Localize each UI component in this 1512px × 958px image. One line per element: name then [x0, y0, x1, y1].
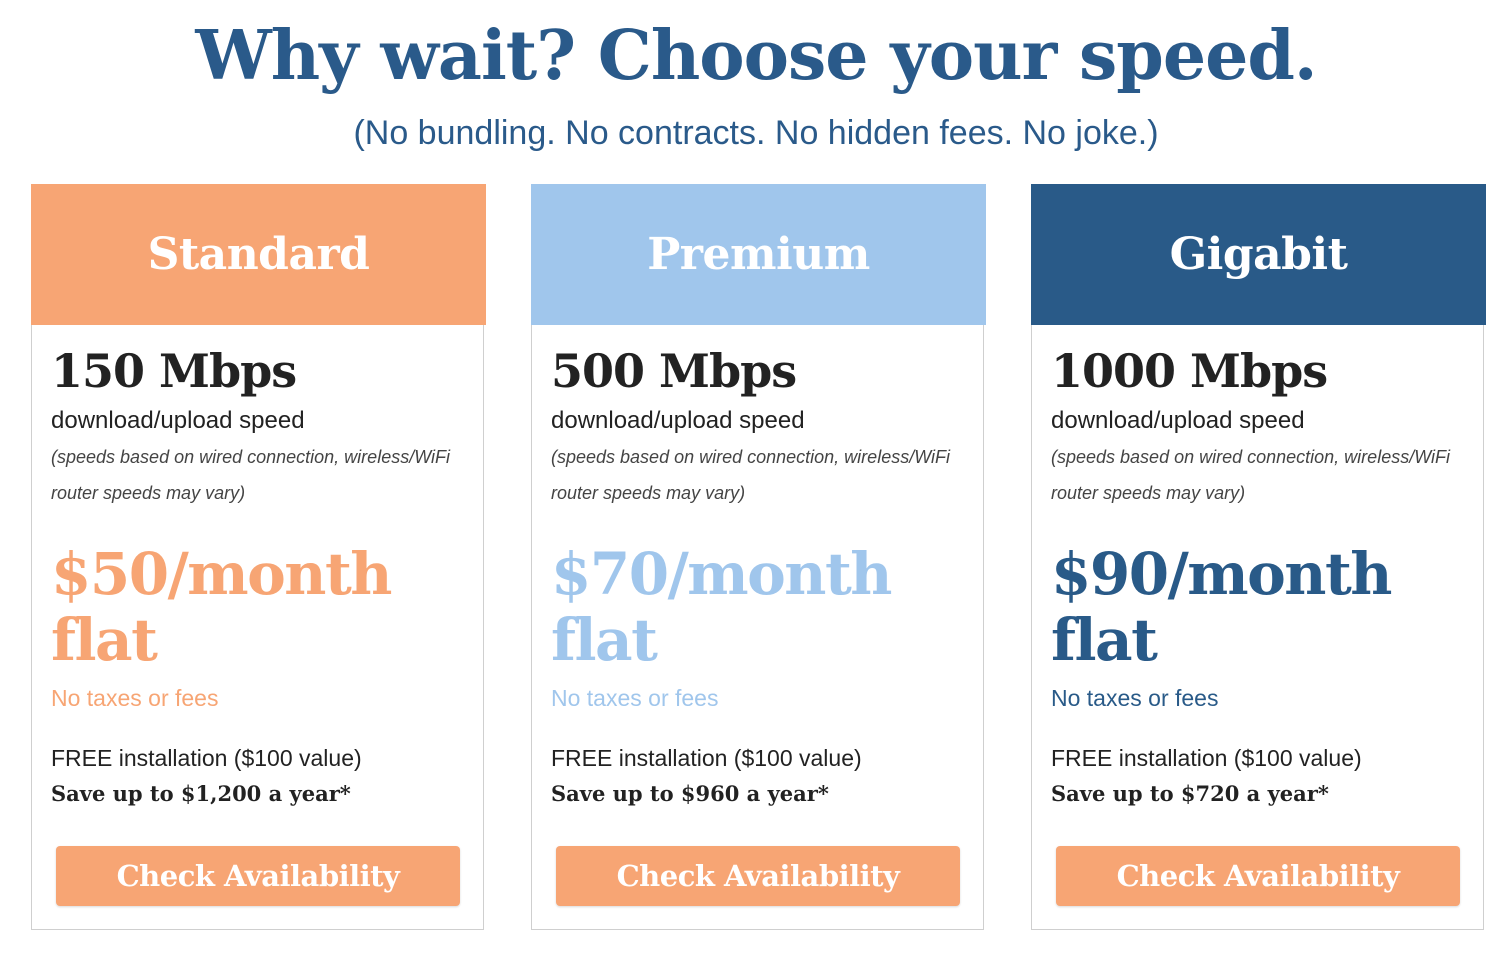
plan-details: 500 Mbps download/upload speed (speeds b…: [551, 325, 971, 809]
plan-speed: 500 Mbps: [551, 344, 797, 398]
plan-fees-note: No taxes or fees: [51, 685, 219, 711]
check-availability-button-standard[interactable]: Check Availability: [56, 846, 460, 906]
plan-header-gigabit: Gigabit: [1031, 184, 1486, 325]
plan-price: $50/month flat: [51, 540, 392, 674]
plan-fees-note: No taxes or fees: [551, 685, 719, 711]
plan-header-premium: Premium: [531, 184, 986, 325]
plan-savings: Save up to $720 a year*: [1051, 781, 1329, 806]
plan-speed-description: download/upload speed: [551, 407, 805, 434]
plan-savings: Save up to $1,200 a year*: [51, 781, 351, 806]
plan-name: Gigabit: [1169, 229, 1348, 280]
page-title: Why wait? Choose your speed.: [195, 16, 1317, 96]
plan-installation: FREE installation ($100 value): [1051, 745, 1362, 771]
plan-installation: FREE installation ($100 value): [551, 745, 862, 771]
pricing-cards: Standard 150 Mbps download/upload speed …: [31, 184, 1487, 932]
plan-speed-note: (speeds based on wired connection, wirel…: [551, 447, 951, 503]
plan-savings: Save up to $960 a year*: [551, 781, 829, 806]
plan-details: 150 Mbps download/upload speed (speeds b…: [51, 325, 471, 809]
plan-installation: FREE installation ($100 value): [51, 745, 362, 771]
plan-price: $70/month flat: [551, 540, 892, 674]
plan-fees-note: No taxes or fees: [1051, 685, 1219, 711]
plan-speed: 1000 Mbps: [1051, 344, 1328, 398]
plan-price: $90/month flat: [1051, 540, 1392, 674]
plan-header-standard: Standard: [31, 184, 486, 325]
plan-speed: 150 Mbps: [51, 344, 297, 398]
plan-speed-description: download/upload speed: [1051, 407, 1305, 434]
page-subtitle: (No bundling. No contracts. No hidden fe…: [353, 114, 1159, 152]
plan-name: Premium: [647, 229, 870, 280]
plan-speed-note: (speeds based on wired connection, wirel…: [51, 447, 451, 503]
check-availability-button-gigabit[interactable]: Check Availability: [1056, 846, 1460, 906]
plan-details: 1000 Mbps download/upload speed (speeds …: [1051, 325, 1471, 809]
plan-card-standard: Standard 150 Mbps download/upload speed …: [31, 184, 486, 930]
check-availability-button-premium[interactable]: Check Availability: [556, 846, 960, 906]
plan-speed-description: download/upload speed: [51, 407, 305, 434]
plan-speed-note: (speeds based on wired connection, wirel…: [1051, 447, 1451, 503]
plan-card-gigabit: Gigabit 1000 Mbps download/upload speed …: [1031, 184, 1486, 930]
plan-card-premium: Premium 500 Mbps download/upload speed (…: [531, 184, 986, 930]
plan-name: Standard: [147, 229, 370, 280]
